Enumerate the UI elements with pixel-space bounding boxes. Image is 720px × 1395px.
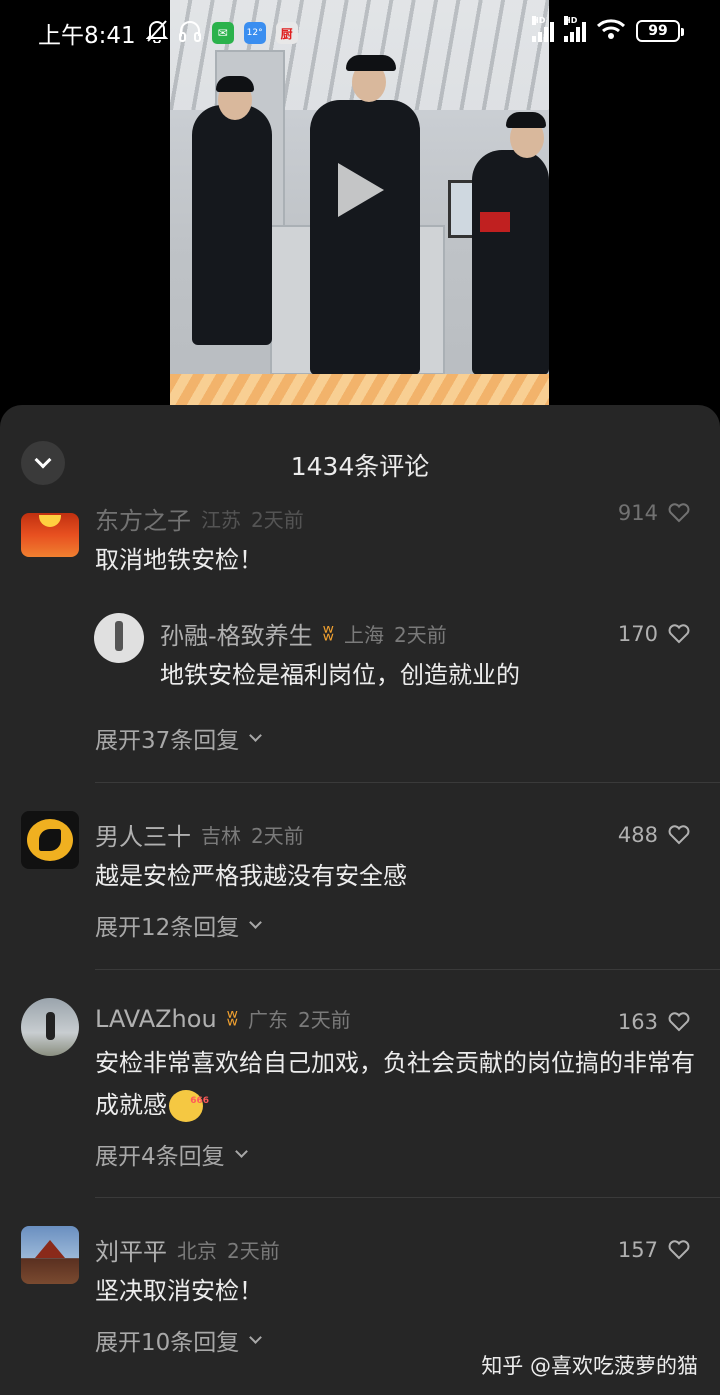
comment-username[interactable]: 东方之子 江苏 2天前 [95,501,304,536]
expand-replies-button[interactable]: 展开10条回复 [95,1323,263,1357]
heart-icon [668,503,690,523]
avatar[interactable] [21,998,79,1056]
wechat-icon: ✉ [211,22,234,44]
status-bar: 上午8:41 ✉ 12° 厨 HD HD 99 [0,0,720,66]
kitchen-app-icon: 厨 [275,22,298,44]
avatar-roof [35,1240,65,1258]
wifi-icon [596,18,626,44]
comment-text: 坚决取消安检！ [95,1277,263,1305]
expand-replies-button[interactable]: 展开37条回复 [95,721,263,755]
member-badge-icon: ʬ [322,621,335,646]
like-button[interactable]: 914 [618,501,690,525]
guard-figure-2 [310,100,420,375]
avatar-figure [115,621,123,651]
666-emoji-icon [169,1080,209,1122]
divider [95,782,720,783]
like-button[interactable]: 488 [618,823,690,847]
avatar[interactable] [21,811,79,869]
weather-icon: 12° [243,22,266,44]
comment-username[interactable]: LAVAZhou ʬ 广东 2天前 [95,1004,351,1033]
guard-cap-1 [216,76,254,92]
heart-icon [668,624,690,644]
reply-avatar[interactable] [94,613,144,663]
avatar[interactable] [21,1226,79,1284]
signal-icon-2: HD [564,16,586,42]
avatar-logo-shape [39,829,61,851]
avatar-figure [46,1012,55,1040]
comment-sheet: 1434条评论 东方之子 江苏 2天前 914 取消地铁安检！ 孙融-格致养生 … [0,405,720,1395]
status-time: 上午8:41 [38,23,136,49]
comment-username[interactable]: 刘平平 北京 2天前 [95,1232,280,1267]
chevron-down-icon [249,729,263,742]
like-button[interactable]: 170 [618,622,690,646]
guard-figure-3 [472,150,549,375]
signal-icon-1: HD [532,16,554,42]
expand-replies-button[interactable]: 展开4条回复 [95,1137,248,1171]
chevron-down-icon [249,916,263,929]
play-icon[interactable] [338,163,384,217]
reply-text: 地铁安检是福利岗位，创造就业的 [160,661,520,689]
guard-cap-3 [506,112,546,128]
sun-shape [39,515,61,527]
comment-text: 安检非常喜欢给自己加戏，负社会贡献的岗位搞的非常有成就感 [95,1042,698,1126]
headphones-icon [178,20,202,46]
expand-replies-button[interactable]: 展开12条回复 [95,908,263,942]
status-right: HD HD 99 [532,16,684,44]
notification-icons: ✉ 12° 厨 [145,19,298,47]
comment-count-title: 1434条评论 [290,452,430,481]
divider [95,969,720,970]
like-button[interactable]: 157 [618,1238,690,1262]
like-button[interactable]: 163 [618,1010,690,1034]
heart-icon [668,825,690,845]
member-badge-icon: ʬ [226,1006,238,1031]
comment-username[interactable]: 男人三十 吉林 2天前 [95,817,304,852]
heart-icon [668,1240,690,1260]
comment-text: 取消地铁安检！ [95,546,263,574]
divider [95,1197,720,1198]
red-armband [480,212,510,232]
avatar[interactable] [21,513,79,557]
guard-figure-1 [192,105,272,345]
battery-icon: 99 [636,20,684,42]
watermark: 知乎 @喜欢吃菠萝的猫 [481,1354,698,1378]
video-bottom-stripe [170,374,549,405]
heart-icon [668,1012,690,1032]
bell-off-icon [145,19,169,47]
comment-text: 越是安检严格我越没有安全感 [95,862,407,890]
chevron-down-icon [249,1331,263,1344]
chevron-down-icon [234,1145,248,1158]
reply-username[interactable]: 孙融-格致养生 ʬ 上海 2天前 [160,616,447,651]
